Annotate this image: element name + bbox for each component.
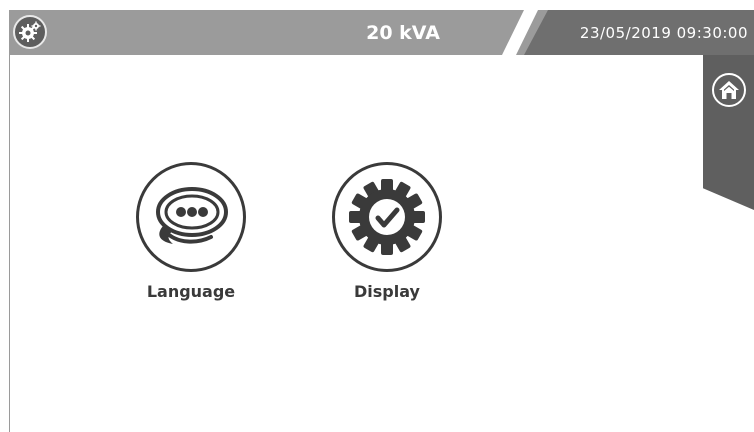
language-button[interactable]: [136, 162, 246, 272]
speech-bubble-icon: [156, 187, 228, 244]
display-button[interactable]: [332, 162, 442, 272]
left-border: [9, 55, 10, 432]
gears-icon: [19, 21, 41, 42]
settings-button[interactable]: [13, 15, 47, 49]
language-label: Language: [146, 282, 236, 301]
language-menu-item[interactable]: Language: [121, 162, 261, 301]
home-icon: [719, 81, 739, 99]
screen: 20 kVA 23/05/2019 09:30:00 Language Disp…: [0, 0, 754, 432]
power-rating: 20 kVA: [366, 22, 440, 44]
home-button[interactable]: [712, 73, 746, 107]
gear-check-icon: [349, 179, 425, 255]
top-bar: 20 kVA 23/05/2019 09:30:00: [9, 10, 754, 55]
display-menu-item[interactable]: Display: [317, 162, 457, 301]
datetime-display: 23/05/2019 09:30:00: [579, 24, 748, 42]
display-label: Display: [354, 282, 420, 301]
